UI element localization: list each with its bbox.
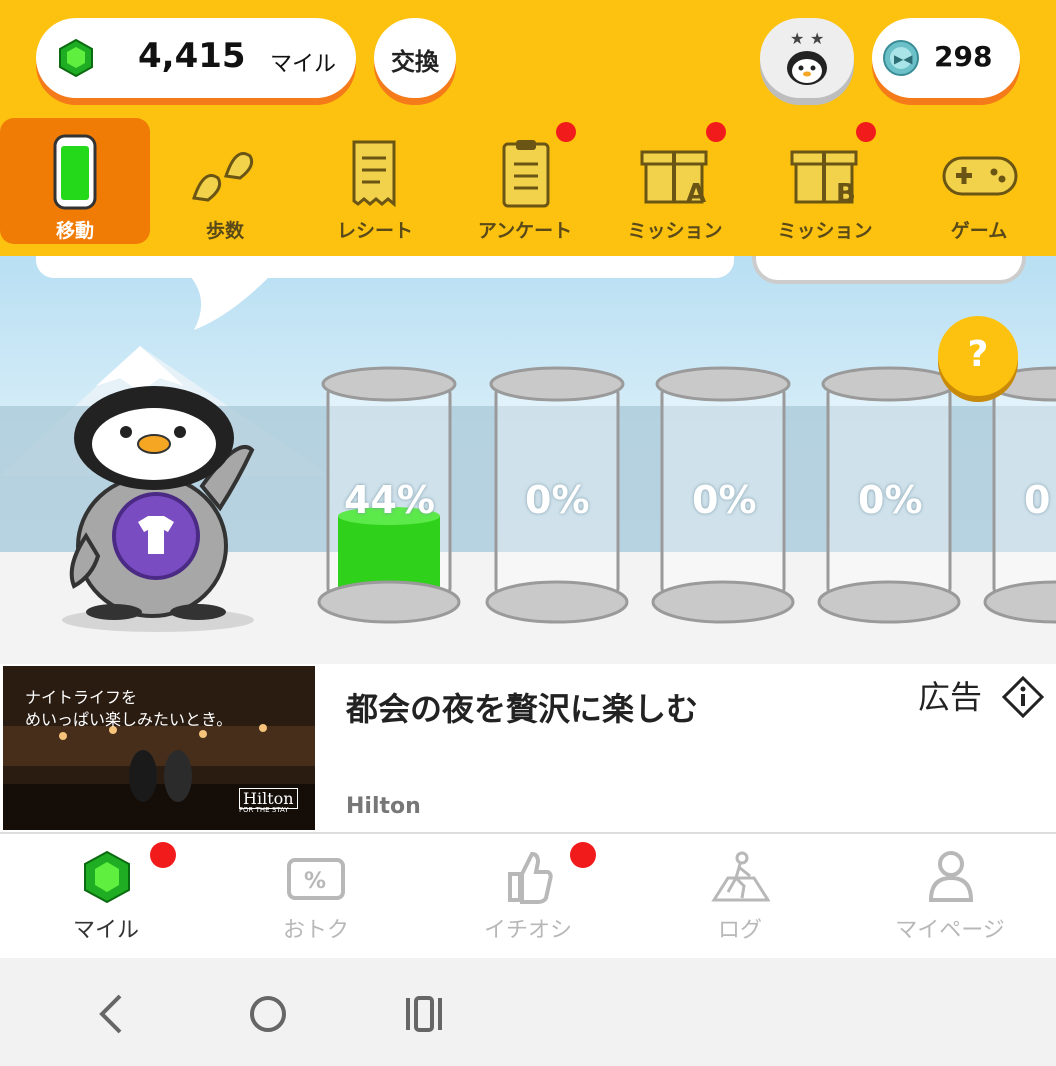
- system-navigation-bar: [0, 958, 1056, 1066]
- tank-row: [317, 366, 1056, 624]
- thumbs-up-icon: [508, 851, 553, 904]
- gift-a-icon: A: [640, 150, 708, 209]
- bottom-navigation: マイル % おトク イチオシ ログ マイページ: [0, 832, 1056, 960]
- tank-percent: 0%: [525, 478, 590, 522]
- nav-log[interactable]: ログ: [640, 834, 840, 960]
- percent-ticket-icon: %: [287, 858, 345, 900]
- ad-info-icon[interactable]: [1002, 676, 1044, 718]
- tab-label: ミッション: [627, 220, 723, 242]
- nav-deals[interactable]: % おトク: [216, 834, 416, 960]
- help-button[interactable]: ?: [938, 316, 1018, 396]
- nav-label: イチオシ: [483, 918, 572, 943]
- miles-unit: マイル: [270, 52, 337, 77]
- hilton-tagline: FOR THE STAY: [239, 806, 289, 814]
- person-icon: [928, 851, 974, 902]
- svg-text:A: A: [686, 179, 706, 209]
- coin-icon: ▶◀: [883, 40, 919, 76]
- tab-label: ゲーム: [950, 220, 1008, 242]
- ad-banner[interactable]: ナイトライフを めいっぱい楽しみたいとき。 Hilton FOR THE STA…: [0, 664, 1056, 832]
- top-bar: 4,415 マイル 交換 ★ ★ ▶◀ 298 移動 歩数 レシート アンケート…: [0, 0, 1056, 256]
- ad-brand: Hilton: [346, 794, 421, 819]
- receipt-icon: [352, 140, 396, 208]
- ad-image-line1: ナイトライフを: [25, 688, 138, 707]
- ad-title[interactable]: 都会の夜を贅沢に楽しむ: [346, 684, 698, 730]
- clipboard-icon: [502, 140, 550, 208]
- tab-label: レシート: [336, 220, 413, 242]
- ad-label: 広告: [918, 678, 983, 716]
- svg-text:B: B: [836, 179, 856, 209]
- coin-balance[interactable]: ▶◀ 298: [872, 18, 1020, 98]
- ad-image-line2: めいっぱい楽しみたいとき。: [25, 710, 233, 729]
- footprints-icon: [192, 152, 254, 202]
- mileage-scene: 44% 0% 0% 0% 0: [0, 256, 1056, 664]
- tank-percent: 0%: [858, 478, 923, 522]
- tab-receipt[interactable]: レシート: [300, 118, 450, 244]
- exchange-button[interactable]: 交換: [374, 18, 456, 98]
- svg-text:%: %: [304, 869, 326, 894]
- penguin-icon: ★ ★: [787, 29, 827, 85]
- notification-badge: [706, 122, 726, 142]
- back-icon[interactable]: [92, 992, 132, 1036]
- miles-value: 4,415: [138, 36, 246, 76]
- notification-badge: [556, 122, 576, 142]
- coin-value: 298: [934, 40, 993, 73]
- svg-text:▶◀: ▶◀: [894, 52, 913, 66]
- tab-label: アンケート: [477, 220, 573, 242]
- miles-balance[interactable]: 4,415 マイル: [36, 18, 356, 98]
- tab-survey[interactable]: アンケート: [450, 118, 600, 244]
- nav-mypage[interactable]: マイページ: [850, 834, 1050, 960]
- notification-badge: [570, 842, 596, 868]
- exchange-label: 交換: [391, 48, 439, 76]
- tank-percent: 0%: [692, 478, 757, 522]
- battery-tank-icon: [53, 134, 97, 210]
- tab-mission-b[interactable]: B ミッション: [750, 118, 900, 244]
- tab-game[interactable]: ゲーム: [904, 118, 1054, 244]
- tab-label: 移動: [55, 220, 94, 242]
- nav-recommend[interactable]: イチオシ: [428, 834, 628, 960]
- nav-label: マイル: [72, 918, 139, 943]
- gem-icon: [59, 38, 93, 78]
- nav-label: おトク: [282, 918, 349, 943]
- tab-move[interactable]: 移動: [0, 118, 150, 244]
- walker-icon: [711, 851, 770, 902]
- ad-image[interactable]: ナイトライフを めいっぱい楽しみたいとき。 Hilton FOR THE STA…: [3, 666, 315, 830]
- category-tabs: 移動 歩数 レシート アンケート A ミッション B ミッション ゲーム: [0, 116, 1056, 252]
- tank-percent: 0: [1024, 478, 1051, 522]
- tab-steps[interactable]: 歩数: [150, 118, 300, 244]
- notification-badge: [856, 122, 876, 142]
- penguin-profile-button[interactable]: ★ ★: [760, 18, 854, 98]
- tab-label: ミッション: [777, 220, 873, 242]
- notification-badge: [150, 842, 176, 868]
- svg-text:★: ★: [810, 29, 824, 48]
- nav-label: マイページ: [895, 918, 1005, 943]
- gift-b-icon: B: [790, 150, 858, 209]
- recent-apps-icon[interactable]: [402, 992, 446, 1036]
- gamepad-icon: [942, 156, 1018, 196]
- svg-text:★: ★: [790, 29, 804, 48]
- tab-label: 歩数: [205, 220, 244, 242]
- nav-label: ログ: [717, 918, 762, 943]
- home-icon[interactable]: [246, 992, 290, 1036]
- nav-miles[interactable]: マイル: [6, 834, 206, 960]
- gem-icon: [84, 850, 130, 904]
- tab-mission-a[interactable]: A ミッション: [600, 118, 750, 244]
- tank-percent: 44%: [344, 478, 435, 522]
